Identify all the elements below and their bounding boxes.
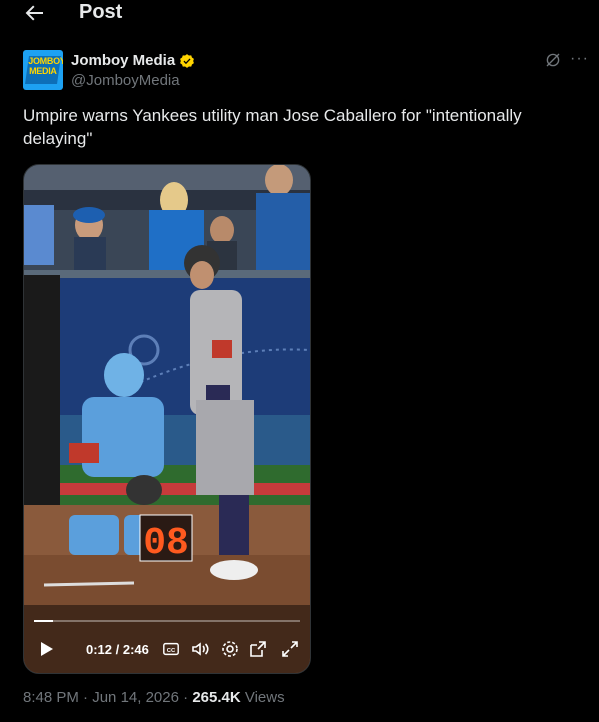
fullscreen-icon[interactable] (280, 639, 300, 659)
svg-text:CC: CC (167, 648, 176, 654)
author-name[interactable]: Jomboy Media (71, 52, 175, 69)
page-title: Post (79, 1, 123, 23)
tweet-text: Umpire warns Yankees utility man Jose Ca… (23, 106, 522, 148)
post-meta: 8:48 PM · Jun 14, 2026 · 265.4K Views (23, 689, 285, 706)
video-player[interactable]: 08 0:12 / 2:46 CC (23, 164, 311, 674)
verified-badge-icon (180, 54, 194, 68)
more-options-icon[interactable]: ··· (570, 50, 589, 68)
pitch-clock: 08 (143, 522, 189, 565)
play-icon[interactable] (36, 639, 56, 659)
grok-icon[interactable] (544, 51, 562, 69)
post-author-header: JOMBOY MEDIA Jomboy Media @JomboyMedia ·… (23, 50, 588, 90)
views-label: Views (244, 689, 285, 706)
avatar-text-line-2: MEDIA (29, 66, 57, 76)
arrow-left-icon[interactable] (22, 1, 46, 25)
volume-icon[interactable] (190, 639, 210, 659)
video-time-display: 0:12 / 2:46 (86, 642, 149, 657)
video-progress-fill (34, 620, 54, 622)
video-controls: 0:12 / 2:46 CC (24, 633, 310, 665)
top-bar: Post (0, 0, 599, 26)
meta-separator: · (83, 689, 89, 706)
views-count: 265.4K (192, 689, 241, 706)
avatar-text-line-1: JOMBOY (28, 56, 63, 66)
settings-icon[interactable] (220, 639, 240, 659)
video-progress-bar[interactable] (34, 620, 300, 622)
post-time[interactable]: 8:48 PM (23, 689, 79, 706)
avatar[interactable]: JOMBOY MEDIA (23, 50, 63, 90)
popout-icon[interactable] (248, 639, 268, 659)
meta-separator: · (183, 689, 189, 706)
post-date[interactable]: Jun 14, 2026 (92, 689, 179, 706)
captions-icon[interactable]: CC (162, 639, 180, 659)
author-handle[interactable]: @JomboyMedia (71, 72, 180, 89)
video-frame: 08 (24, 165, 310, 673)
